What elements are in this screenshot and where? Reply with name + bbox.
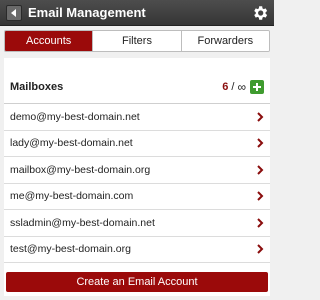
list-item[interactable]: test@my-best-domain.org xyxy=(4,237,270,263)
account-address: ssladmin@my-best-domain.net xyxy=(10,216,155,229)
account-address: mailbox@my-best-domain.org xyxy=(10,163,151,176)
plus-icon xyxy=(253,82,261,91)
create-email-account-button[interactable]: Create an Email Account xyxy=(6,272,268,292)
tab-forwarders[interactable]: Forwarders xyxy=(180,31,269,51)
account-address: demo@my-best-domain.net xyxy=(10,110,140,123)
chevron-right-icon xyxy=(256,165,264,175)
chevron-right-icon xyxy=(256,112,264,122)
list-item[interactable]: demo@my-best-domain.net xyxy=(4,104,270,131)
mailboxes-title: Mailboxes xyxy=(10,80,64,93)
back-icon xyxy=(11,8,16,17)
app-header: Email Management xyxy=(0,0,274,26)
tab-accounts[interactable]: Accounts xyxy=(5,31,93,51)
gear-icon xyxy=(254,5,268,20)
tab-filters[interactable]: Filters xyxy=(92,31,181,51)
accounts-panel: Mailboxes 6 / ∞ demo@my-best-domain.net … xyxy=(4,58,270,296)
mailbox-limit: ∞ xyxy=(237,79,246,94)
mailbox-count: 6 xyxy=(222,80,229,93)
list-item[interactable]: ssladmin@my-best-domain.net xyxy=(4,210,270,237)
tab-bar: Accounts Filters Forwarders xyxy=(4,30,270,52)
list-item[interactable]: mailbox@my-best-domain.org xyxy=(4,157,270,184)
account-list: demo@my-best-domain.net lady@my-best-dom… xyxy=(4,104,270,263)
account-address: test@my-best-domain.org xyxy=(10,243,131,256)
list-item[interactable]: lady@my-best-domain.net xyxy=(4,131,270,157)
chevron-right-icon xyxy=(256,218,264,228)
settings-button[interactable] xyxy=(251,4,269,22)
chevron-right-icon xyxy=(256,138,264,148)
chevron-right-icon xyxy=(256,191,264,201)
chevron-right-icon xyxy=(256,244,264,254)
page-title: Email Management xyxy=(28,5,146,20)
add-mailbox-button[interactable] xyxy=(250,79,264,94)
back-button[interactable] xyxy=(6,4,22,21)
list-item[interactable]: me@my-best-domain.com xyxy=(4,184,270,210)
mailboxes-header: Mailboxes 6 / ∞ xyxy=(4,70,270,104)
account-address: me@my-best-domain.com xyxy=(10,190,134,203)
mailbox-count-separator: / xyxy=(231,80,235,93)
account-address: lady@my-best-domain.net xyxy=(10,137,133,150)
